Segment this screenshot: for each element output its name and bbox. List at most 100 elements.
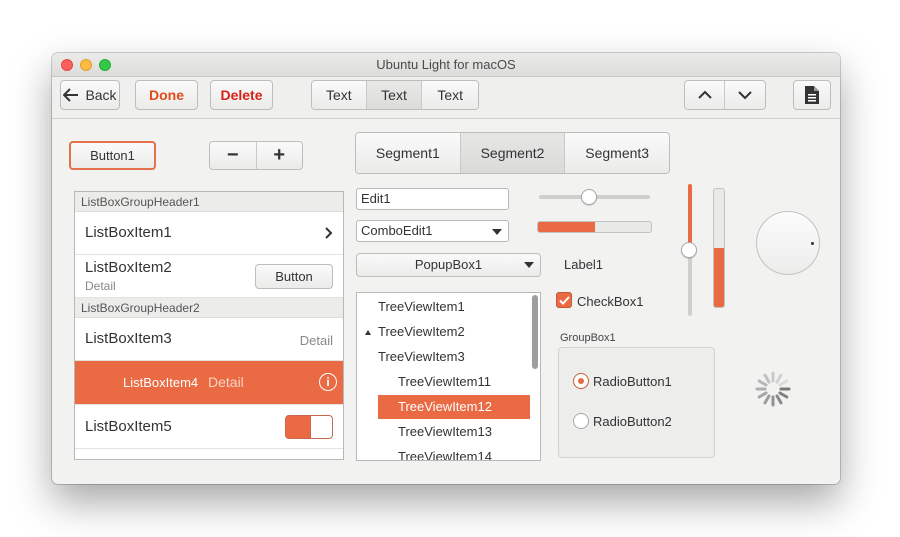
button1[interactable]: Button1 bbox=[69, 141, 156, 170]
tree-item-1[interactable]: TreeViewItem1 bbox=[378, 295, 465, 319]
horizontal-slider-thumb[interactable] bbox=[580, 189, 597, 205]
toolbar: Back Done Delete Text Text Text bbox=[52, 77, 840, 119]
rotary-dial[interactable] bbox=[756, 211, 820, 275]
text-segment-1[interactable]: Text bbox=[312, 81, 367, 109]
stepper: − + bbox=[209, 141, 303, 170]
segment-3[interactable]: Segment3 bbox=[565, 133, 669, 173]
groupbox bbox=[558, 347, 715, 458]
info-icon[interactable]: i bbox=[319, 373, 337, 391]
stepper-minus-button[interactable]: − bbox=[210, 142, 257, 169]
list-item-5[interactable]: ListBoxItem5 bbox=[75, 405, 343, 449]
text-segment-3-label: Text bbox=[437, 87, 464, 103]
close-window-button[interactable] bbox=[61, 59, 73, 71]
dropdown-arrow-icon bbox=[492, 229, 502, 235]
done-label: Done bbox=[149, 87, 184, 103]
segment-2-label: Segment2 bbox=[480, 145, 545, 161]
list-box: ListBoxGroupHeader1 ListBoxItem1 ListBox… bbox=[74, 191, 344, 460]
vertical-slider-thumb[interactable] bbox=[681, 242, 697, 258]
minus-icon: − bbox=[226, 144, 239, 166]
spinner-spoke bbox=[778, 379, 789, 387]
radio-button-2[interactable] bbox=[573, 413, 589, 429]
tree-item-3[interactable]: TreeViewItem3 bbox=[378, 345, 465, 369]
list-item-2[interactable]: ListBoxItem2 Detail Button bbox=[75, 255, 343, 298]
dial-indicator bbox=[811, 242, 814, 245]
down-button[interactable] bbox=[725, 81, 765, 109]
list-item-2-button[interactable]: Button bbox=[255, 264, 333, 289]
app-window: Ubuntu Light for macOS Back Done Delete … bbox=[52, 53, 840, 484]
spinner-spoke bbox=[775, 394, 783, 405]
spinner-icon bbox=[755, 371, 791, 407]
checkbox1[interactable] bbox=[556, 292, 572, 308]
title-bar: Ubuntu Light for macOS bbox=[52, 53, 840, 77]
zoom-window-button[interactable] bbox=[99, 59, 111, 71]
list-item-2-detail: Detail bbox=[85, 279, 116, 293]
text-segment-2[interactable]: Text bbox=[366, 81, 423, 109]
content-area: Button1 − + Segment1 Segment2 Segment3 L… bbox=[52, 120, 840, 484]
delete-button[interactable]: Delete bbox=[210, 80, 273, 110]
document-button[interactable] bbox=[793, 80, 831, 110]
spinner-spoke bbox=[775, 373, 783, 384]
spinner-spoke bbox=[778, 391, 789, 399]
segment-1[interactable]: Segment1 bbox=[356, 133, 461, 173]
stepper-plus-button[interactable]: + bbox=[256, 142, 302, 169]
dropdown-arrow-icon bbox=[524, 262, 534, 268]
list-item-5-toggle[interactable] bbox=[285, 415, 333, 439]
edit-field[interactable]: Edit1 bbox=[356, 188, 509, 210]
horizontal-progress-fill bbox=[538, 222, 595, 232]
list-item-2-button-label: Button bbox=[275, 269, 313, 284]
button1-label: Button1 bbox=[90, 148, 135, 163]
combo-edit[interactable]: ComboEdit1 bbox=[356, 220, 509, 242]
nav-up-down-control bbox=[684, 80, 766, 110]
expand-triangle-icon[interactable] bbox=[365, 330, 371, 335]
tree-item-12[interactable]: TreeViewItem12 bbox=[378, 395, 530, 419]
chevron-up-icon bbox=[697, 90, 712, 99]
plus-icon: + bbox=[273, 144, 286, 166]
spinner-spoke bbox=[763, 394, 771, 405]
segment-2[interactable]: Segment2 bbox=[460, 133, 566, 173]
tree-item-13[interactable]: TreeViewItem13 bbox=[398, 420, 492, 444]
text-segment-3[interactable]: Text bbox=[422, 81, 478, 109]
spinner-spoke bbox=[763, 373, 771, 384]
tree-item-2[interactable]: TreeViewItem2 bbox=[378, 320, 465, 344]
tree-scrollbar[interactable] bbox=[532, 295, 538, 369]
done-button[interactable]: Done bbox=[135, 80, 198, 110]
horizontal-progress-bar bbox=[537, 221, 652, 233]
popup-box[interactable]: PopupBox1 bbox=[356, 253, 541, 277]
delete-label: Delete bbox=[220, 87, 263, 103]
list-item-4-detail: Detail bbox=[208, 374, 244, 390]
list-item-3-label: ListBoxItem3 bbox=[85, 330, 172, 347]
spinner-spoke bbox=[757, 391, 768, 399]
toggle-knob bbox=[310, 416, 332, 438]
tree-item-11[interactable]: TreeViewItem11 bbox=[398, 370, 491, 394]
text-segmented-control: Text Text Text bbox=[311, 80, 479, 110]
list-item-3[interactable]: ListBoxItem3 Detail bbox=[75, 318, 343, 361]
arrow-left-icon bbox=[63, 88, 79, 102]
list-item-1-label: ListBoxItem1 bbox=[85, 224, 172, 241]
spinner-spoke bbox=[757, 379, 768, 387]
segmented-control: Segment1 Segment2 Segment3 bbox=[355, 132, 670, 174]
segment-1-label: Segment1 bbox=[375, 145, 440, 161]
checkbox1-label[interactable]: CheckBox1 bbox=[577, 294, 643, 309]
text-segment-2-label: Text bbox=[381, 87, 407, 103]
label1: Label1 bbox=[564, 257, 604, 272]
back-button[interactable]: Back bbox=[60, 80, 120, 110]
list-group-header-1: ListBoxGroupHeader1 bbox=[75, 192, 343, 212]
vertical-slider-fill bbox=[688, 184, 692, 250]
chevron-down-icon bbox=[738, 91, 752, 100]
radio-button-1-label[interactable]: RadioButton1 bbox=[593, 374, 672, 389]
list-item-1[interactable]: ListBoxItem1 bbox=[75, 212, 343, 255]
list-item-2-label: ListBoxItem2 bbox=[85, 259, 172, 276]
list-item-4[interactable]: ListBoxItem4 Detail i bbox=[75, 361, 343, 405]
checkmark-icon bbox=[558, 295, 570, 305]
tree-item-14[interactable]: TreeViewItem14 bbox=[398, 445, 492, 460]
radio-button-2-label[interactable]: RadioButton2 bbox=[593, 414, 672, 429]
minimize-window-button[interactable] bbox=[80, 59, 92, 71]
vertical-progress-bar bbox=[713, 188, 725, 308]
segment-3-label: Segment3 bbox=[585, 145, 650, 161]
up-button[interactable] bbox=[685, 81, 726, 109]
window-title: Ubuntu Light for macOS bbox=[376, 57, 516, 72]
groupbox-title: GroupBox1 bbox=[560, 332, 616, 344]
text-segment-1-label: Text bbox=[325, 87, 352, 103]
combo-edit-value: ComboEdit1 bbox=[361, 223, 433, 238]
radio-button-1[interactable] bbox=[573, 373, 589, 389]
